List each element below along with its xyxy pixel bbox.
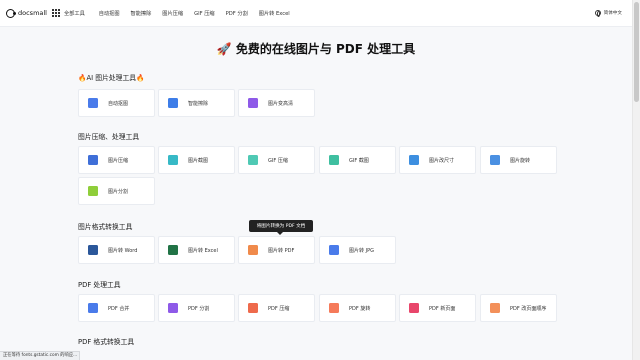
tool-card-label: 图片截图 — [188, 157, 209, 164]
image-rotate-icon — [490, 155, 500, 165]
pdf-compress-icon — [248, 303, 258, 313]
tool-card[interactable]: 智能擦除 — [158, 89, 235, 117]
tool-card-label: 图片转 JPG — [349, 247, 374, 254]
ai-cutout-icon — [88, 98, 98, 108]
image-to-excel-icon — [168, 245, 178, 255]
gif-crop-icon — [329, 155, 339, 165]
tool-card-label: 图片改尺寸 — [429, 157, 455, 164]
tool-card[interactable]: 图片转 PDF — [238, 236, 315, 264]
ai-upscale-icon — [248, 98, 258, 108]
tool-card[interactable]: 图片转 Word — [78, 236, 155, 264]
rocket-icon: 🚀 — [216, 42, 232, 56]
tool-card[interactable]: 图片改尺寸 — [399, 146, 476, 174]
tool-card[interactable]: 图片变高清 — [238, 89, 315, 117]
section-title: 图片格式转换工具 — [78, 223, 133, 231]
tool-card[interactable]: GIF 压缩 — [238, 146, 315, 174]
tool-card-label: PDF 旋转 — [349, 305, 371, 312]
pdf-merge-icon — [88, 303, 98, 313]
tool-card-label: PDF 分割 — [188, 305, 210, 312]
globe-icon — [594, 10, 601, 17]
tool-card-label: GIF 截图 — [349, 157, 369, 164]
tool-card-label: PDF 压缩 — [268, 305, 290, 312]
page-title: 🚀 免费的在线图片与 PDF 处理工具 — [216, 42, 416, 56]
section-title: PDF 处理工具 — [78, 281, 121, 289]
tool-card-label: 图片变高清 — [268, 100, 294, 107]
tool-card[interactable]: 图片压缩 — [78, 146, 155, 174]
image-to-pdf-icon — [248, 245, 258, 255]
nav-item-auto-cutout[interactable]: 自动抠图 — [99, 10, 120, 17]
tool-card[interactable]: 图片转 JPG — [319, 236, 396, 264]
docsmall-logo[interactable]: docsmall — [6, 8, 48, 18]
nav-item-pdf-split[interactable]: PDF 分割 — [226, 10, 248, 17]
image-to-word-icon — [88, 245, 98, 255]
tool-card[interactable]: PDF 旋转 — [319, 294, 396, 322]
tool-card[interactable]: PDF 合并 — [78, 294, 155, 322]
image-crop-icon — [168, 155, 178, 165]
logo-text: docsmall — [18, 9, 47, 17]
grid-menu-icon[interactable] — [52, 9, 60, 17]
tool-card-label: 图片转 PDF — [268, 247, 295, 254]
pdf-split-icon — [168, 303, 178, 313]
section-title: 🔥AI 图片处理工具🔥 — [78, 74, 145, 82]
tool-card[interactable]: 图片转 Excel — [158, 236, 235, 264]
nav-item-smart-erase[interactable]: 智能擦除 — [131, 10, 152, 17]
nav-item-gif-compress[interactable]: GIF 压缩 — [194, 10, 215, 17]
all-tools-link[interactable]: 全部工具 — [64, 10, 85, 17]
tool-card[interactable]: PDF 改页面顺序 — [480, 294, 557, 322]
gif-compress-icon — [248, 155, 258, 165]
language-switcher[interactable]: 简体中文 — [594, 10, 622, 17]
section-title: PDF 格式转换工具 — [78, 338, 135, 346]
tool-card[interactable]: 图片分割 — [78, 177, 155, 205]
tooltip: 将图片转换为 PDF 文档 — [249, 220, 313, 235]
tool-card-label: 图片旋转 — [510, 157, 531, 164]
tool-card-label: 图片转 Excel — [188, 247, 218, 254]
tool-card-label: GIF 压缩 — [268, 157, 288, 164]
page-scrollbar[interactable] — [632, 0, 640, 360]
image-compress-icon — [88, 155, 98, 165]
top-navigation-bar: docsmall 全部工具 自动抠图 智能擦除 图片压缩 GIF 压缩 PDF … — [0, 0, 632, 27]
tool-card-label: PDF 合并 — [108, 305, 130, 312]
tool-card[interactable]: 图片截图 — [158, 146, 235, 174]
tool-card-label: 图片转 Word — [108, 247, 138, 254]
tool-card[interactable]: PDF 分割 — [158, 294, 235, 322]
language-label: 简体中文 — [603, 11, 622, 16]
image-to-jpg-icon — [329, 245, 339, 255]
nav-item-image-to-excel[interactable]: 图片转 Excel — [259, 10, 290, 17]
tool-card-label: 图片分割 — [108, 188, 129, 195]
pdf-rotate-icon — [329, 303, 339, 313]
scrollbar-thumb[interactable] — [634, 2, 639, 102]
browser-status-bar: 正在等待 fonts.gstatic.com 的响应... — [0, 351, 80, 360]
tool-card[interactable]: PDF 新页面 — [399, 294, 476, 322]
tool-card-label: PDF 改页面顺序 — [510, 305, 547, 312]
tool-card-label: 图片压缩 — [108, 157, 129, 164]
nav-item-image-compress[interactable]: 图片压缩 — [162, 10, 183, 17]
tool-card[interactable]: GIF 截图 — [319, 146, 396, 174]
tool-card-label: 自动抠图 — [108, 100, 129, 107]
nav-links: 自动抠图 智能擦除 图片压缩 GIF 压缩 PDF 分割 图片转 Excel — [99, 10, 301, 17]
logo-icon — [6, 8, 16, 18]
ai-erase-icon — [168, 98, 178, 108]
tool-card-label: 智能擦除 — [188, 100, 209, 107]
tool-card[interactable]: 图片旋转 — [480, 146, 557, 174]
tool-card[interactable]: PDF 压缩 — [238, 294, 315, 322]
tool-card-label: PDF 新页面 — [429, 305, 456, 312]
section-title: 图片压缩、处理工具 — [78, 133, 140, 141]
image-resize-icon — [409, 155, 419, 165]
tool-card[interactable]: 自动抠图 — [78, 89, 155, 117]
pdf-new-page-icon — [409, 303, 419, 313]
image-split-icon — [88, 186, 98, 196]
pdf-reorder-icon — [490, 303, 500, 313]
